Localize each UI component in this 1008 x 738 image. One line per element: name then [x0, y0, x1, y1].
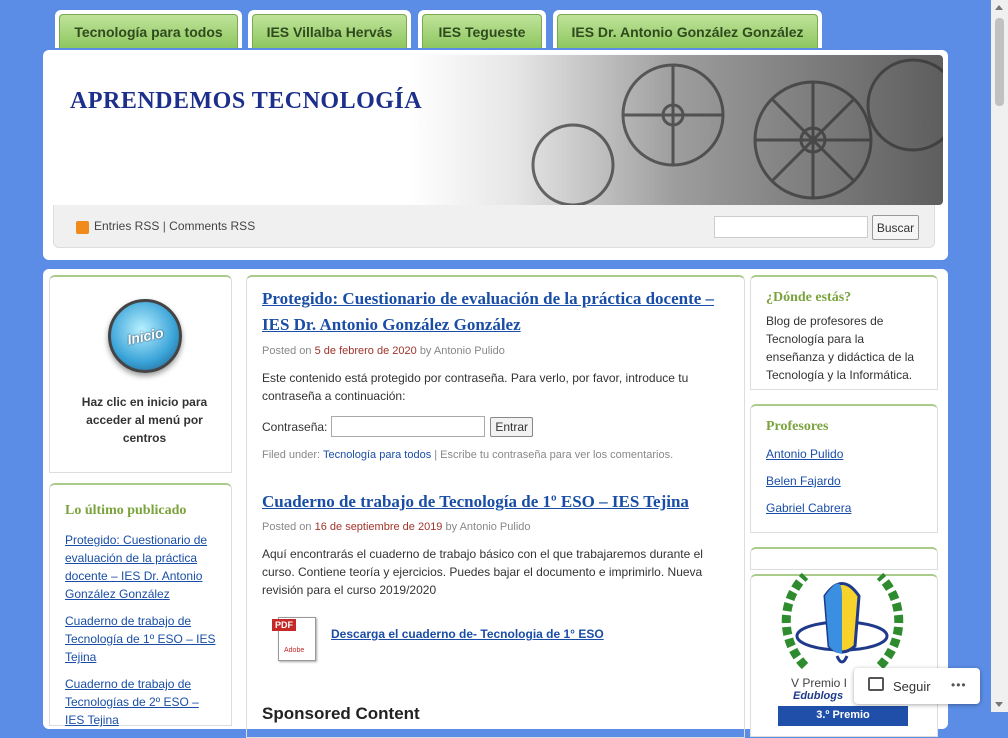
pdf-badge: PDF: [272, 619, 296, 631]
tab-tecnologia-para-todos[interactable]: Tecnología para todos: [55, 10, 242, 48]
posted-on-label: Posted on: [262, 521, 312, 533]
inicio-widget: Inicio Haz clic en inicio para acceder a…: [49, 275, 232, 473]
tab-label: IES Dr. Antonio González González: [557, 14, 818, 48]
teacher-link[interactable]: Antonio Pulido: [766, 445, 922, 463]
scroll-down-arrow[interactable]: [995, 702, 1003, 707]
search-input[interactable]: [714, 216, 868, 238]
post-footer: Filed under: Tecnología para todos | Esc…: [262, 449, 727, 461]
password-label: Contraseña:: [262, 419, 328, 434]
left-sidebar: Inicio Haz clic en inicio para acceder a…: [49, 275, 232, 729]
rss-icon: [76, 221, 89, 234]
latest-item[interactable]: Cuaderno de trabajo de Tecnologías de 2º…: [65, 675, 216, 729]
follow-button[interactable]: Seguir: [893, 679, 931, 694]
post-text: Aquí encontrarás el cuaderno de trabajo …: [262, 547, 703, 597]
content-column: Protegido: Cuestionario de evaluación de…: [246, 275, 745, 738]
latest-item[interactable]: Cuaderno de trabajo de Tecnología de 1º …: [65, 612, 216, 666]
page-scrollbar[interactable]: [991, 0, 1008, 712]
post-date[interactable]: 16 de septiembre de 2019: [315, 521, 443, 533]
post-author: by Antonio Pulido: [445, 521, 531, 533]
tab-label: IES Villalba Hervás: [252, 14, 407, 48]
latest-title: Lo último publicado: [65, 503, 187, 518]
password-form: Contraseña: Entrar: [262, 416, 727, 437]
posted-on-label: Posted on: [262, 345, 312, 357]
tab-label: Tecnología para todos: [59, 14, 238, 48]
password-input[interactable]: [331, 416, 486, 437]
teacher-link[interactable]: Gabriel Cabrera: [766, 499, 922, 517]
laurel-icon: [781, 572, 904, 670]
download-link[interactable]: Descarga el cuaderno de- Tecnologia de 1…: [331, 627, 604, 641]
where-widget: ¿Dónde estás? Blog de profesores de Tecn…: [750, 275, 938, 390]
comments-note: | Escribe tu contraseña para ver los com…: [434, 449, 674, 461]
site-title[interactable]: APRENDEMOS TECNOLOGÍA: [70, 88, 422, 115]
post-protected: Protegido: Cuestionario de evaluación de…: [262, 286, 727, 461]
teacher-link[interactable]: Belen Fajardo: [766, 472, 922, 490]
post-author: by Antonio Pulido: [419, 345, 505, 357]
post-meta: Posted on 5 de febrero de 2020 by Antoni…: [262, 345, 727, 357]
where-title: ¿Dónde estás?: [766, 290, 852, 305]
category-link[interactable]: Tecnología para todos: [323, 449, 431, 461]
post-title[interactable]: Cuaderno de trabajo de Tecnología de 1º …: [262, 489, 727, 515]
sponsored-heading: Sponsored Content: [262, 704, 420, 723]
scrollbar-thumb[interactable]: [995, 18, 1004, 106]
rss-bar: Entries RSS | Comments RSS Buscar: [53, 205, 935, 248]
entries-rss-link[interactable]: Entries RSS: [94, 219, 159, 233]
teachers-widget: Profesores Antonio Pulido Belen Fajardo …: [750, 404, 938, 533]
latest-item[interactable]: Protegido: Cuestionario de evaluación de…: [65, 531, 216, 603]
tab-ies-tegueste[interactable]: IES Tegueste: [418, 10, 546, 48]
award-widget: V Premio I Edublogs 3.º Premio: [750, 572, 938, 737]
download-row: PDF Adobe Descarga el cuaderno de- Tecno…: [262, 615, 727, 665]
inicio-text: Haz clic en inicio para acceder al menú …: [81, 395, 208, 445]
post-meta: Posted on 16 de septiembre de 2019 by An…: [262, 521, 727, 533]
post-cuaderno: Cuaderno de trabajo de Tecnología de 1º …: [262, 489, 727, 665]
rss-separator: |: [162, 219, 166, 233]
site-header: APRENDEMOS TECNOLOGÍA Entries RSS | Comm…: [43, 50, 948, 260]
award-text: V Premio I: [791, 676, 848, 690]
comments-rss-link[interactable]: Comments RSS: [169, 219, 255, 233]
follow-widget: Seguir •••: [854, 668, 980, 704]
inicio-label: Inicio: [125, 324, 165, 348]
post-date[interactable]: 5 de febrero de 2020: [315, 345, 417, 357]
adobe-label: Adobe: [284, 647, 305, 654]
pdf-icon[interactable]: PDF Adobe: [272, 615, 316, 661]
enter-button[interactable]: Entrar: [490, 416, 534, 437]
rss-links: Entries RSS | Comments RSS: [94, 219, 255, 233]
header-banner: APRENDEMOS TECNOLOGÍA: [53, 55, 943, 205]
latest-widget: Lo último publicado Protegido: Cuestiona…: [49, 483, 232, 729]
where-text: Blog de profesores de Tecnología para la…: [766, 314, 915, 382]
scroll-up-arrow[interactable]: [995, 5, 1003, 10]
award-ribbon: 3.º Premio: [778, 706, 908, 726]
tab-label: IES Tegueste: [422, 14, 542, 48]
inicio-button[interactable]: Inicio: [108, 299, 182, 373]
teachers-title: Profesores: [766, 419, 829, 434]
gears-illustration: [531, 58, 943, 205]
more-options-icon[interactable]: •••: [951, 678, 967, 692]
main-body: Inicio Haz clic en inicio para acceder a…: [43, 269, 948, 738]
follow-icon: [868, 677, 884, 691]
tab-ies-dr-antonio-gonzalez[interactable]: IES Dr. Antonio González González: [553, 10, 822, 48]
filed-under-label: Filed under:: [262, 449, 321, 461]
search-button[interactable]: Buscar: [872, 215, 919, 240]
post-text: Este contenido está protegido por contra…: [262, 371, 689, 403]
post-title[interactable]: Protegido: Cuestionario de evaluación de…: [262, 286, 727, 338]
tab-ies-villalba-hervas[interactable]: IES Villalba Hervás: [248, 10, 411, 48]
award-brand: Edublogs: [793, 690, 844, 702]
